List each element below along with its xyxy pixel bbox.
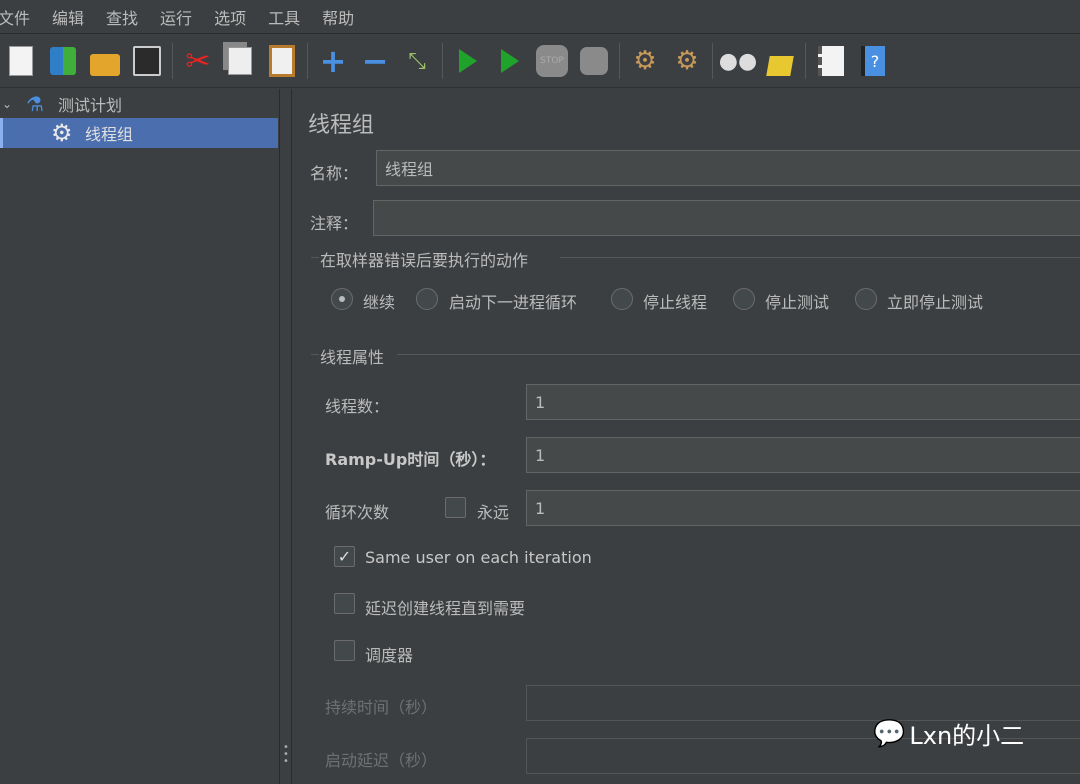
menu-search[interactable]: 查找 xyxy=(106,5,150,29)
radio-stop-test-now[interactable] xyxy=(855,288,877,310)
menu-run[interactable]: 运行 xyxy=(160,5,204,29)
cut-icon[interactable]: ✂ xyxy=(178,41,218,81)
toggle-icon[interactable]: ⤡ xyxy=(397,41,437,81)
name-label: 名称： xyxy=(310,164,359,183)
menu-edit[interactable]: 编辑 xyxy=(52,5,96,29)
thread-properties-group-title: 线程属性 xyxy=(320,348,385,367)
shutdown-icon[interactable] xyxy=(574,41,614,81)
error-action-group-title: 在取样器错误后要执行的动作 xyxy=(320,251,529,270)
split-pane-divider[interactable]: • • • xyxy=(279,89,292,784)
rampup-label: Ramp-Up时间（秒）： xyxy=(325,450,496,469)
open-icon[interactable] xyxy=(85,41,125,81)
page-title: 线程组 xyxy=(308,113,375,138)
comment-input[interactable] xyxy=(373,200,1080,236)
collapse-icon[interactable]: − xyxy=(355,41,395,81)
toolbar-separator xyxy=(619,43,620,79)
search-icon[interactable]: ●● xyxy=(718,41,758,81)
scheduler-checkbox[interactable] xyxy=(334,640,355,661)
flask-icon: ⚗ xyxy=(26,92,44,116)
tree-node-thread-group[interactable]: ⚙ 线程组 xyxy=(0,118,278,148)
radio-start-next-loop-label[interactable]: 启动下一进程循环 xyxy=(449,289,577,313)
help-icon[interactable]: ? xyxy=(853,41,893,81)
copy-icon[interactable] xyxy=(220,41,260,81)
delay-thread-creation-label[interactable]: 延迟创建线程直到需要 xyxy=(365,595,525,619)
menu-tools[interactable]: 工具 xyxy=(268,5,312,29)
new-icon[interactable] xyxy=(1,41,41,81)
radio-continue-label[interactable]: 继续 xyxy=(363,289,395,313)
menu-file[interactable]: 文件 xyxy=(0,5,42,29)
clear-icon[interactable]: ⚙ xyxy=(625,41,665,81)
test-plan-tree: ⌄ ⚗ 测试计划 ⚙ 线程组 xyxy=(0,89,279,784)
menu-help[interactable]: 帮助 xyxy=(322,5,366,29)
loop-count-label: 循环次数 xyxy=(325,503,390,522)
radio-continue[interactable] xyxy=(331,288,353,310)
expand-icon[interactable]: + xyxy=(313,41,353,81)
radio-stop-thread-label[interactable]: 停止线程 xyxy=(643,289,707,313)
menu-bar: 文件 编辑 查找 运行 选项 工具 帮助 xyxy=(0,0,1080,34)
same-user-checkbox[interactable]: ✓ xyxy=(334,546,355,567)
toolbar-separator xyxy=(712,43,713,79)
toolbar-separator xyxy=(805,43,806,79)
stop-icon[interactable]: STOP xyxy=(532,41,572,81)
scheduler-label[interactable]: 调度器 xyxy=(365,642,413,666)
toolbar-separator xyxy=(442,43,443,79)
toolbar-separator xyxy=(307,43,308,79)
start-icon[interactable] xyxy=(448,41,488,81)
threads-input[interactable]: 1 xyxy=(526,384,1080,420)
gear-icon: ⚙ xyxy=(51,119,73,147)
radio-stop-thread[interactable] xyxy=(611,288,633,310)
startup-delay-label: 启动延迟（秒） xyxy=(325,751,438,770)
toolbar-separator xyxy=(172,43,173,79)
clear-all-icon[interactable]: ⚙ xyxy=(667,41,707,81)
menu-options[interactable]: 选项 xyxy=(214,5,258,29)
delay-thread-creation-checkbox[interactable] xyxy=(334,593,355,614)
save-icon[interactable] xyxy=(127,41,167,81)
radio-start-next-loop[interactable] xyxy=(416,288,438,310)
drag-handle-icon[interactable]: • • • xyxy=(283,743,289,767)
comment-label: 注释： xyxy=(310,214,359,233)
radio-stop-test-label[interactable]: 停止测试 xyxy=(765,289,829,313)
chevron-down-icon[interactable]: ⌄ xyxy=(0,97,26,111)
wechat-icon: 💬 xyxy=(873,718,906,749)
start-no-pauses-icon[interactable] xyxy=(490,41,530,81)
reset-search-icon[interactable] xyxy=(760,41,800,81)
radio-stop-test[interactable] xyxy=(733,288,755,310)
same-user-label[interactable]: Same user on each iteration xyxy=(365,548,592,567)
templates-icon[interactable] xyxy=(43,41,83,81)
forever-checkbox[interactable] xyxy=(445,497,466,518)
paste-icon[interactable] xyxy=(262,41,302,81)
thread-group-panel: 线程组 名称： 线程组 注释： 在取样器错误后要执行的动作 继续 启动下一进程循… xyxy=(293,89,1080,784)
radio-stop-test-now-label[interactable]: 立即停止测试 xyxy=(887,289,983,313)
toolbar: ✂ + − ⤡ STOP ⚙ ⚙ ●● ? xyxy=(0,35,1080,88)
loop-count-input[interactable]: 1 xyxy=(526,490,1080,526)
rampup-input[interactable]: 1 xyxy=(526,437,1080,473)
name-input[interactable]: 线程组 xyxy=(376,150,1080,186)
threads-label: 线程数： xyxy=(325,397,390,416)
watermark: 💬 Lxn的小二 xyxy=(873,718,1025,751)
function-helper-icon[interactable] xyxy=(811,41,851,81)
checkmark-icon: ✓ xyxy=(337,547,352,566)
tree-node-test-plan[interactable]: ⌄ ⚗ 测试计划 xyxy=(0,89,279,119)
forever-label[interactable]: 永远 xyxy=(477,499,509,523)
duration-label: 持续时间（秒） xyxy=(325,698,438,717)
